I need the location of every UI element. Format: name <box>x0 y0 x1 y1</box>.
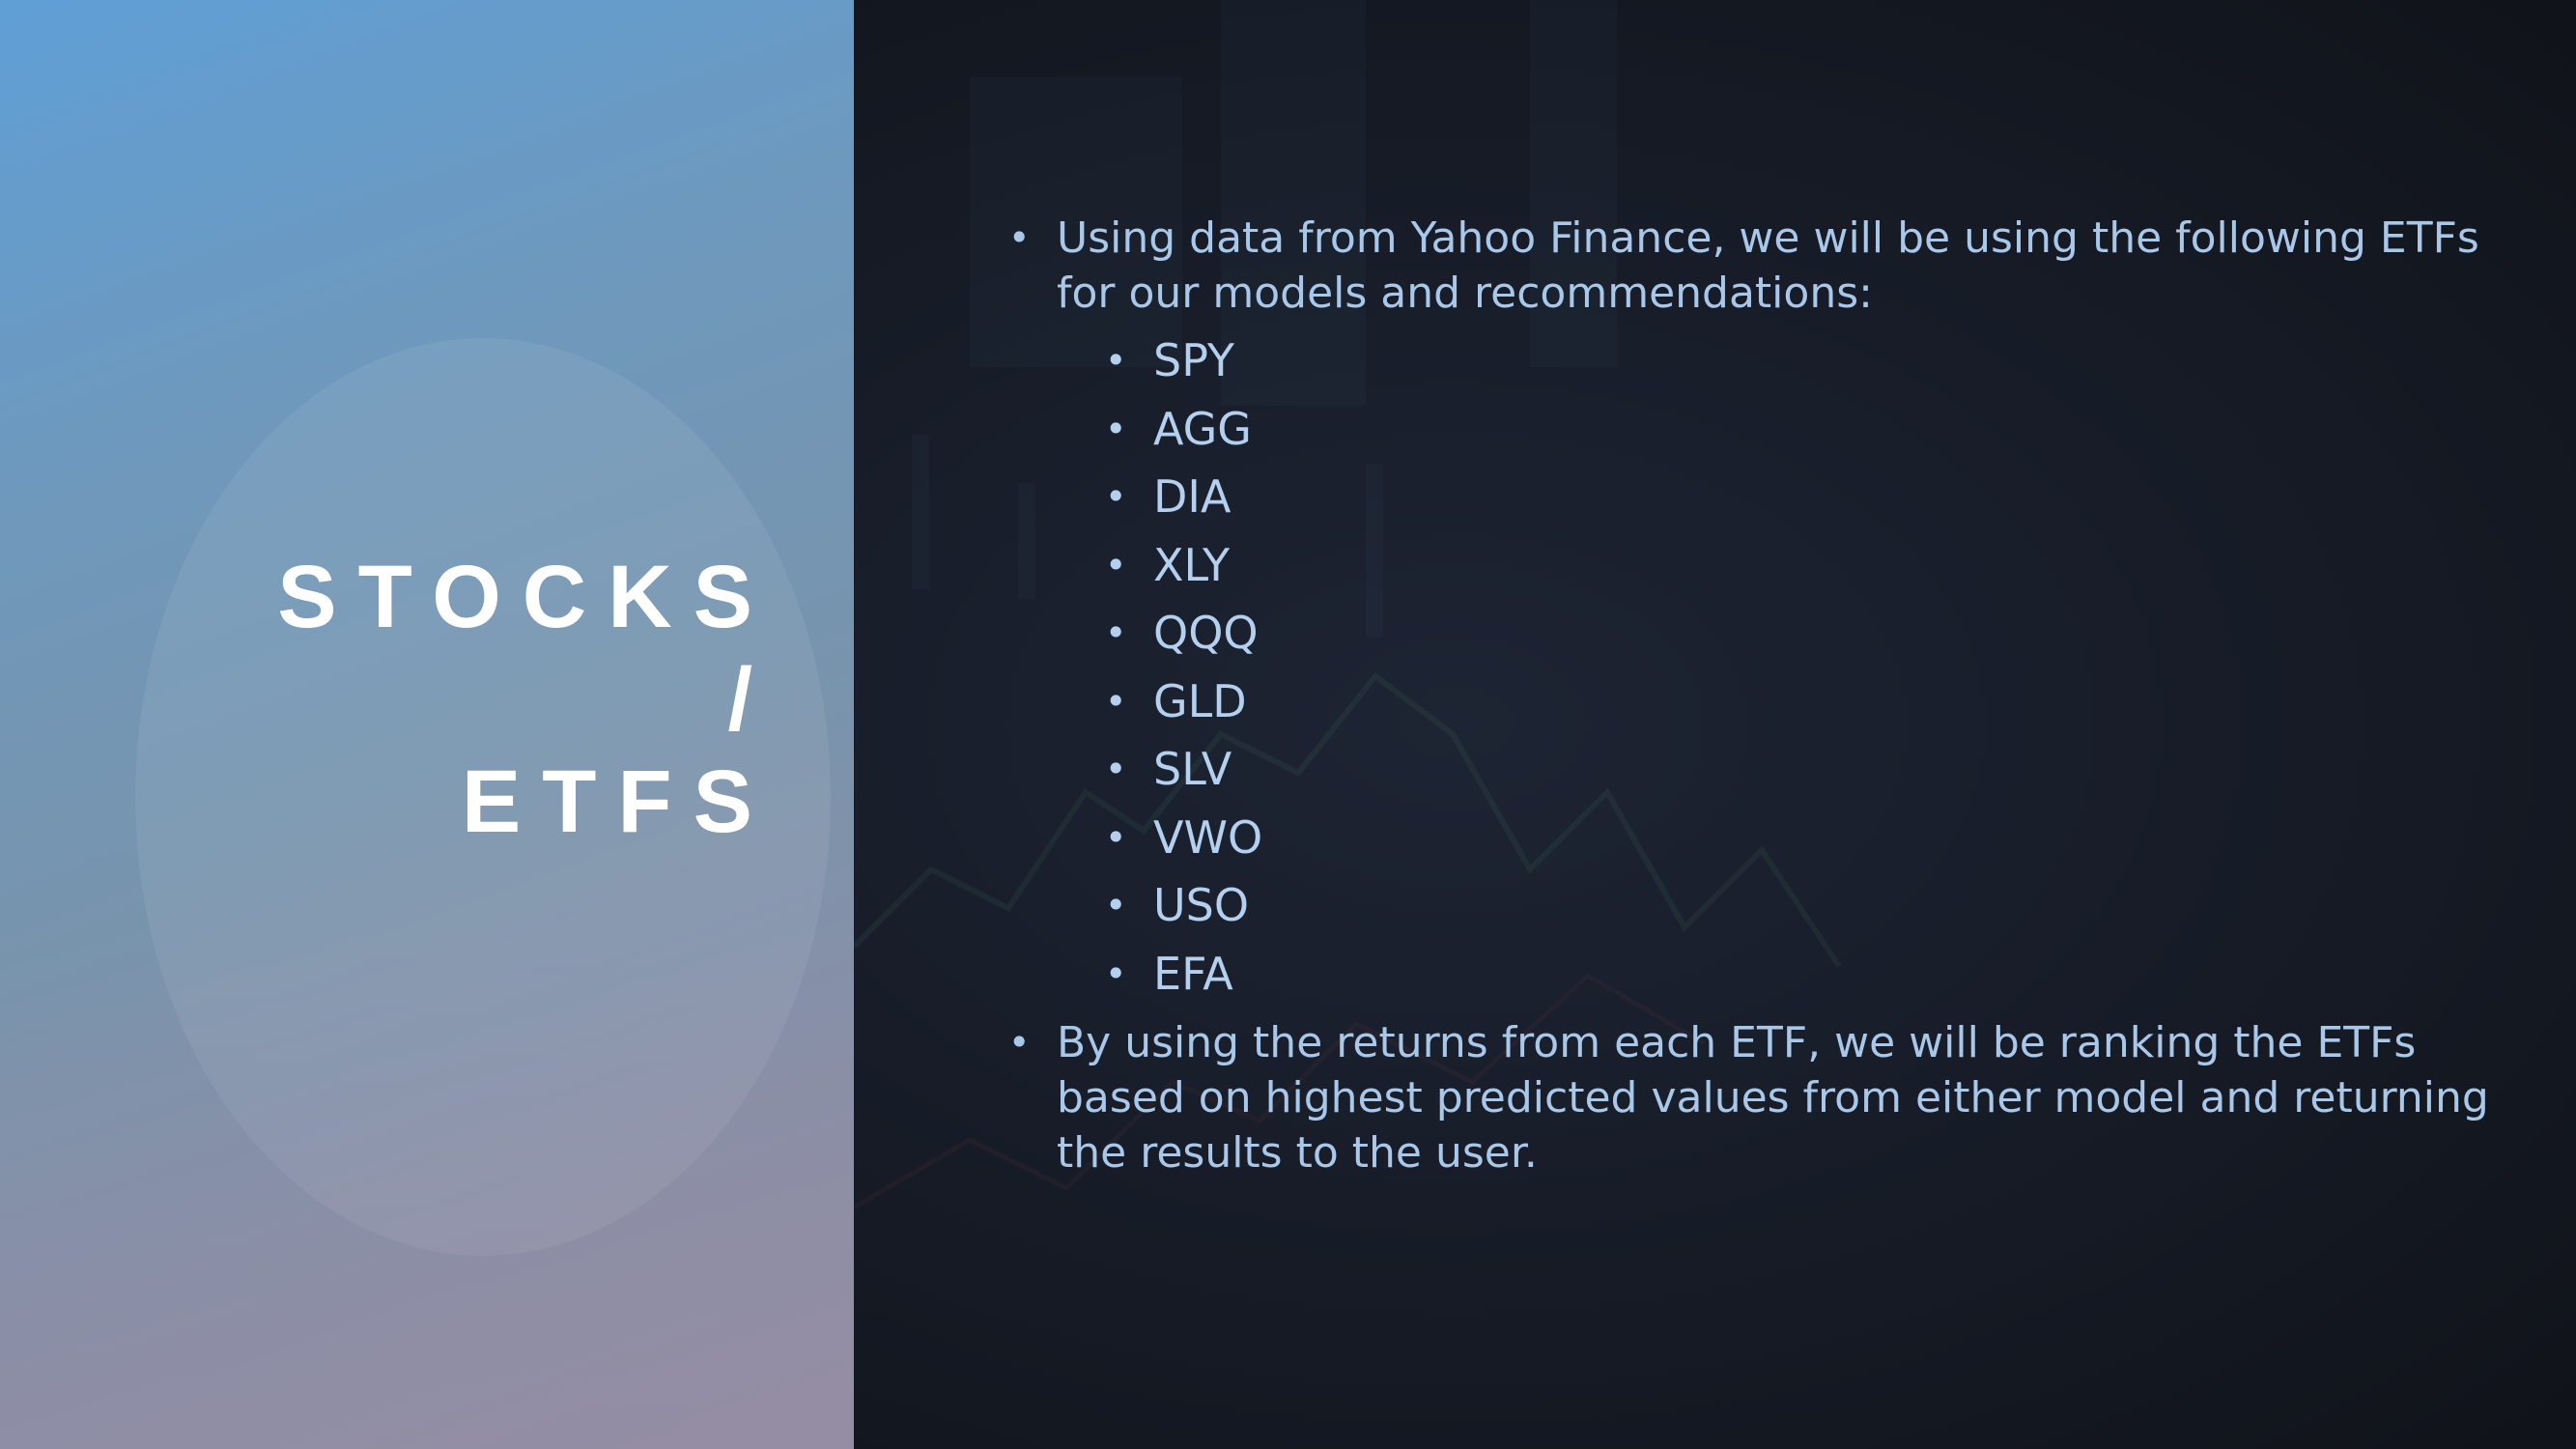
bullet-dot-icon: • <box>1105 815 1127 859</box>
list-item: • SPY <box>1008 327 2515 395</box>
slide-body: • Using data from Yahoo Finance, we will… <box>1008 211 2515 1180</box>
etf-ticker: XLY <box>1153 538 1231 591</box>
etf-ticker: EFA <box>1153 947 1233 1000</box>
closing-bullet: • By using the returns from each ETF, we… <box>1008 1015 2515 1180</box>
closing-bullet-text: By using the returns from each ETF, we w… <box>1057 1018 2489 1178</box>
title-line-3: ETFS <box>461 753 774 851</box>
etf-ticker: VWO <box>1153 810 1263 864</box>
list-item: • AGG <box>1008 395 2515 464</box>
etf-ticker: QQQ <box>1153 607 1259 659</box>
title-line-1: STOCKS <box>277 548 774 646</box>
slide-title: STOCKS / ETFS <box>277 546 752 853</box>
list-item: • DIA <box>1008 463 2515 531</box>
title-panel: STOCKS / ETFS <box>0 0 854 1449</box>
etf-ticker: SPY <box>1153 334 1235 386</box>
list-item: • EFA <box>1008 940 2515 1009</box>
list-item: • XLY <box>1008 531 2515 600</box>
list-item: • SLV <box>1008 735 2515 804</box>
bullet-dot-icon: • <box>1008 216 1031 259</box>
list-item: • VWO <box>1008 804 2515 872</box>
etf-ticker: AGG <box>1153 402 1252 455</box>
etf-ticker: DIA <box>1153 470 1231 523</box>
bullet-dot-icon: • <box>1105 475 1127 518</box>
etf-ticker: SLV <box>1153 743 1232 795</box>
intro-bullet-text: Using data from Yahoo Finance, we will b… <box>1057 213 2479 318</box>
title-line-2: / <box>727 650 774 749</box>
bullet-dot-icon: • <box>1105 611 1127 654</box>
etf-ticker: USO <box>1153 879 1250 931</box>
etf-ticker: GLD <box>1153 674 1247 727</box>
bullet-dot-icon: • <box>1105 748 1127 790</box>
bullet-dot-icon: • <box>1105 407 1127 450</box>
intro-bullet: • Using data from Yahoo Finance, we will… <box>1008 211 2515 321</box>
decorative-band <box>0 927 854 1449</box>
bullet-dot-icon: • <box>1105 952 1127 995</box>
bullet-dot-icon: • <box>1105 339 1127 382</box>
list-item: • QQQ <box>1008 599 2515 668</box>
slide: STOCKS / ETFS • Using data from Yahoo Fi… <box>0 0 2576 1449</box>
bullet-dot-icon: • <box>1105 543 1127 586</box>
bullet-dot-icon: • <box>1105 884 1127 926</box>
bullet-dot-icon: • <box>1105 679 1127 723</box>
list-item: • USO <box>1008 871 2515 940</box>
list-item: • GLD <box>1008 668 2515 736</box>
etf-list: • SPY • AGG • DIA • XLY • QQQ • GLD • SLV • VWO … <box>1008 327 2515 1008</box>
bullet-dot-icon: • <box>1008 1021 1031 1064</box>
